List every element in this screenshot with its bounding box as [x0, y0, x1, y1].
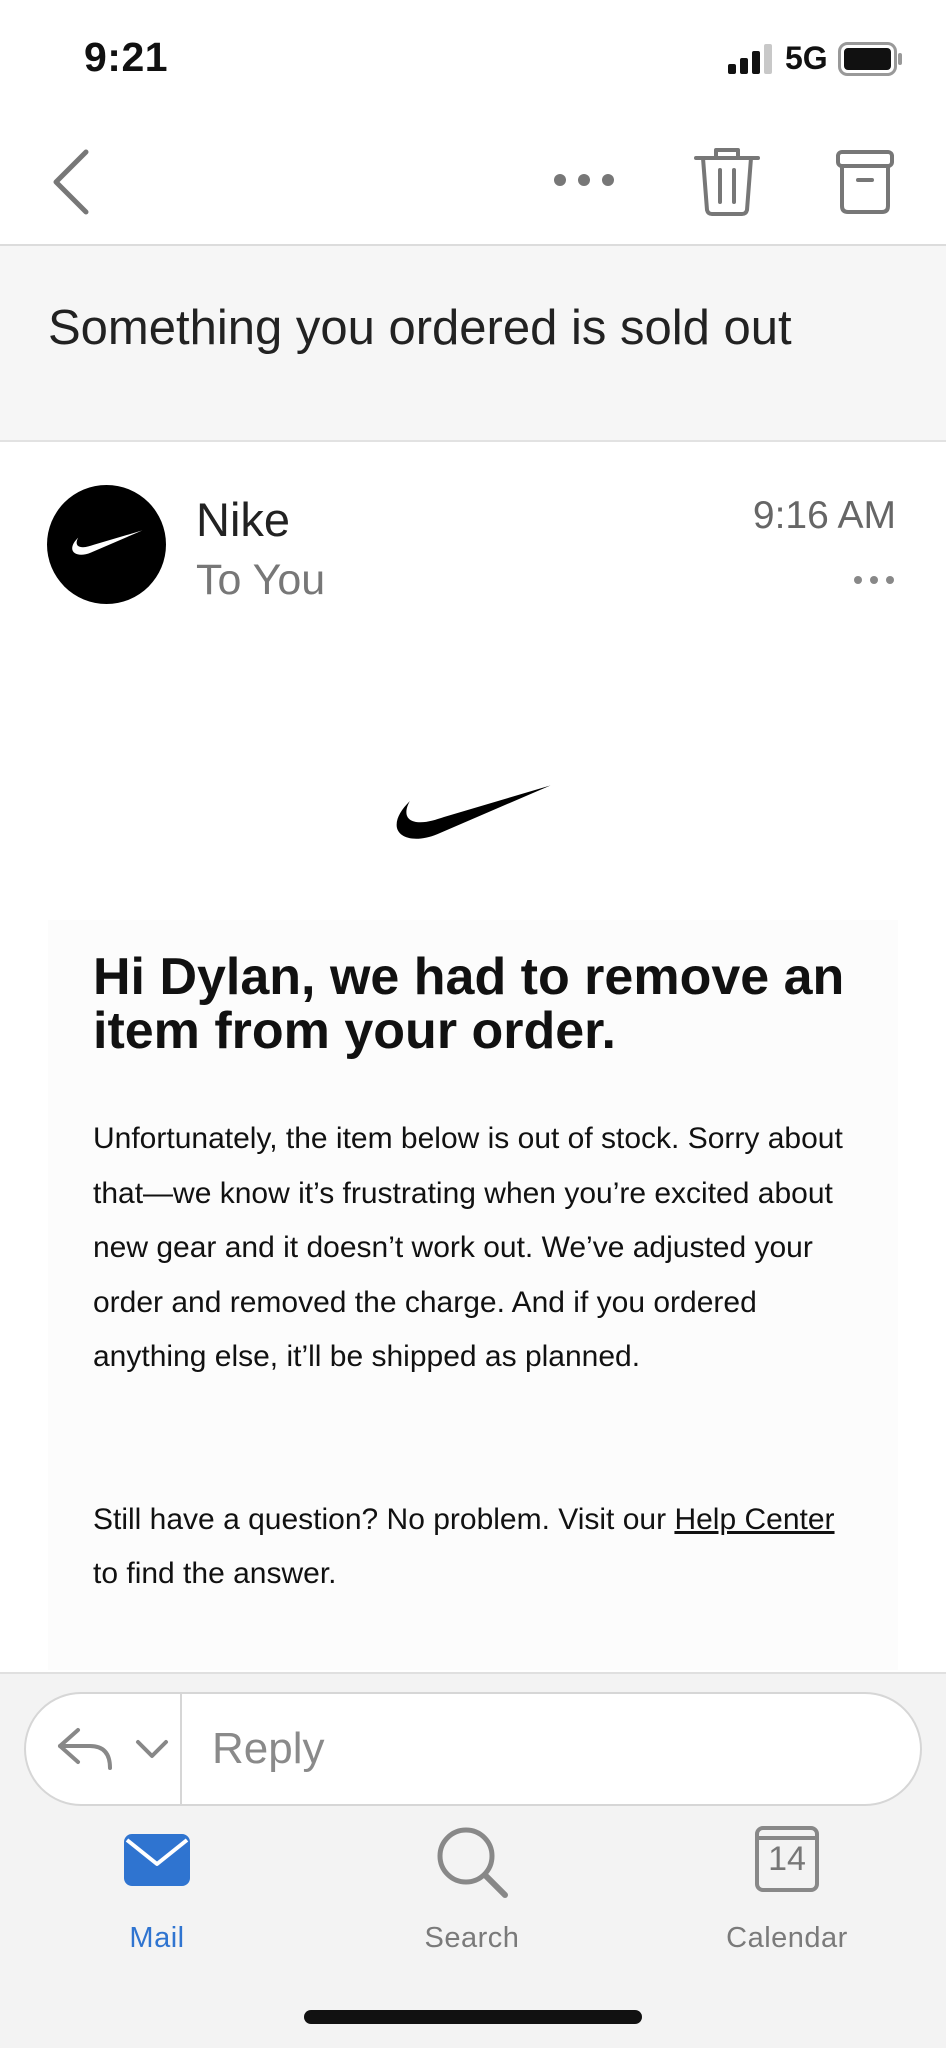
- status-time: 9:21: [84, 34, 169, 80]
- ellipsis-icon[interactable]: [852, 570, 896, 590]
- cellular-signal-icon: [728, 44, 772, 74]
- trash-icon[interactable]: [690, 144, 764, 218]
- chevron-down-icon: [136, 1740, 168, 1758]
- ellipsis-icon[interactable]: [548, 148, 620, 212]
- paragraph-text: to find the answer.: [93, 1557, 337, 1590]
- network-type: 5G: [785, 40, 828, 76]
- reply-bar: [24, 1692, 922, 1806]
- avatar[interactable]: [47, 485, 166, 604]
- nike-swoosh-icon: [72, 530, 143, 555]
- sender-row: Nike To You 9:16 AM: [0, 444, 946, 624]
- subject-bar: Something you ordered is sold out: [0, 246, 946, 442]
- email-subject: Something you ordered is sold out: [48, 301, 792, 355]
- search-icon: [437, 1827, 508, 1898]
- battery-icon: [838, 42, 902, 76]
- tab-calendar[interactable]: 14 Calendar: [687, 1822, 887, 1982]
- email-paragraph-help: Still have a question? No problem. Visit…: [93, 1493, 863, 1601]
- reply-input[interactable]: [212, 1716, 892, 1782]
- recipient[interactable]: To You: [196, 556, 325, 605]
- tab-mail[interactable]: Mail: [57, 1822, 257, 1982]
- archive-icon[interactable]: [828, 144, 902, 218]
- tab-label: Mail: [129, 1922, 185, 1954]
- email-body: Hi Dylan, we had to remove an item from …: [48, 650, 898, 1670]
- tab-label: Search: [424, 1922, 520, 1954]
- nav-bar: [0, 118, 946, 246]
- calendar-day: 14: [768, 1840, 806, 1878]
- tab-label: Calendar: [726, 1922, 848, 1954]
- sender-name: Nike: [196, 493, 291, 546]
- reply-options-button[interactable]: [26, 1694, 182, 1804]
- email-paragraph: Unfortunately, the item below is out of …: [93, 1122, 843, 1373]
- nike-logo: [396, 785, 551, 839]
- logo-area: [48, 650, 898, 920]
- mail-icon: [124, 1834, 190, 1886]
- paragraph-text: Still have a question? No problem. Visit…: [93, 1503, 675, 1536]
- status-bar: 9:21 5G: [0, 0, 946, 118]
- email-headline: Hi Dylan, we had to remove an item from …: [93, 948, 845, 1060]
- message-time: 9:16 AM: [752, 494, 896, 537]
- reply-icon: [58, 1728, 112, 1770]
- bottom-toolbar: Mail Search 14 Calendar: [0, 1672, 946, 2048]
- chevron-left-icon[interactable]: [40, 146, 100, 218]
- help-center-link[interactable]: Help Center: [674, 1503, 834, 1536]
- tab-search[interactable]: Search: [372, 1822, 572, 1982]
- home-indicator[interactable]: [304, 2010, 642, 2024]
